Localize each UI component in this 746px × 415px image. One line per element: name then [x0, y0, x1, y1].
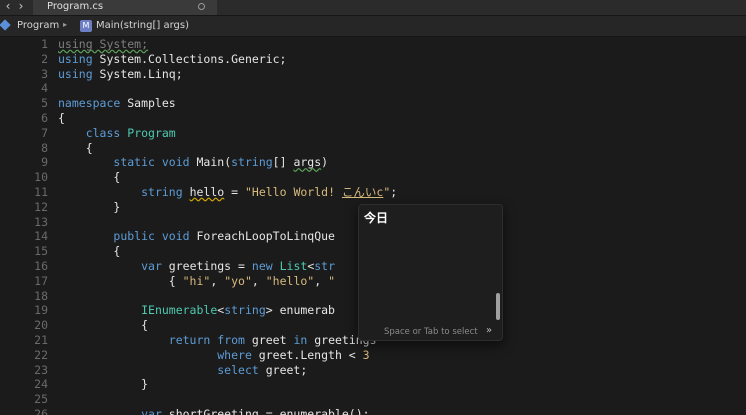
code-text: static void Main(string[] args)	[113, 155, 329, 170]
tab-title: Program.cs	[47, 1, 104, 12]
code-text: }	[58, 377, 149, 392]
code-text: public void ForeachLoopToLinqQue	[113, 229, 335, 244]
line-number: 16	[34, 259, 48, 273]
ime-candidate-popup[interactable]: 今日 Space or Tab to select »	[358, 204, 503, 341]
breadcrumb-item-main[interactable]: Main(string[] args)	[96, 20, 189, 31]
breadcrumb-separator-icon: ▸	[63, 20, 68, 29]
code-line: 5 namespace Samples	[0, 96, 746, 111]
breadcrumb: Program ▸ M Main(string[] args)	[0, 16, 746, 37]
code-text: {	[58, 170, 121, 185]
line-number: 11	[34, 185, 48, 199]
code-editor[interactable]: 1 using System; 2 using System.Collections…	[0, 37, 746, 415]
tab-bar: ‹ › Program.cs	[0, 0, 746, 16]
line-number: 22	[34, 347, 48, 362]
code-line: 11 string hello = "Hello World! こんいc";	[0, 185, 746, 200]
line-number: 17	[34, 273, 48, 288]
code-text: }	[58, 199, 121, 214]
line-number: 24	[34, 377, 48, 392]
line-number: 8	[41, 140, 48, 155]
code-text: where greet.Length < 3	[217, 347, 370, 362]
code-line: 10 {	[0, 170, 746, 185]
code-text: {	[58, 111, 65, 125]
popup-hint-text: Space or Tab to select	[384, 327, 478, 337]
code-text: {	[58, 244, 121, 259]
code-line: 23 select greet;	[0, 363, 746, 378]
tab-close-icon[interactable]	[198, 3, 205, 10]
breadcrumb-item-program[interactable]: Program	[17, 20, 59, 31]
code-text: var greetings = new List<str	[141, 259, 336, 273]
line-number: 1	[41, 37, 48, 51]
line-number: 25	[34, 392, 48, 407]
code-text: namespace Samples	[58, 96, 176, 111]
code-text: class Program	[85, 125, 176, 140]
line-number: 19	[34, 303, 48, 318]
line-number: 2	[41, 51, 48, 66]
code-line: 1 using System;	[0, 37, 746, 52]
code-text: using System.Collections.Generic;	[58, 51, 287, 66]
code-line: 9 static void Main(string[] args)	[0, 155, 746, 170]
code-text: using System;	[58, 37, 149, 51]
line-number: 9	[41, 155, 48, 170]
ime-candidate[interactable]: 今日	[364, 209, 388, 226]
forward-arrow-icon[interactable]: ›	[15, 0, 27, 15]
code-text: using System.Linq;	[58, 66, 183, 81]
code-line: 6{	[0, 111, 746, 126]
line-number: 21	[34, 333, 48, 347]
code-text: IEnumerable<string> enumerab	[141, 303, 335, 318]
code-line: 22 where greet.Length < 3	[0, 348, 746, 363]
line-number: 4	[41, 81, 48, 96]
popup-scrollbar[interactable]	[496, 293, 500, 320]
line-number: 26	[34, 407, 48, 415]
code-text: var shortGreeting = enumerable();	[141, 407, 370, 415]
code-text: { "hi", "yo", "hello", "	[58, 273, 336, 288]
expand-chevron-icon[interactable]: »	[486, 325, 492, 336]
code-line: 7 class Program	[0, 126, 746, 141]
code-line: 2 using System.Collections.Generic;	[0, 52, 746, 67]
tab-program-cs[interactable]: Program.cs	[33, 0, 217, 15]
line-number: 14	[34, 229, 48, 244]
code-text: string hello = "Hello World! こんいc";	[141, 185, 398, 199]
code-line: 3 using System.Linq;	[0, 67, 746, 82]
code-text: {	[58, 140, 93, 155]
class-icon	[0, 19, 11, 31]
code-line: 24 }	[0, 377, 746, 392]
method-icon: M	[80, 20, 92, 32]
line-number: 6	[41, 111, 48, 125]
line-number: 10	[34, 170, 48, 185]
code-text: select greet;	[217, 362, 308, 377]
line-number: 5	[41, 96, 48, 111]
line-number: 13	[34, 214, 48, 229]
back-arrow-icon[interactable]: ‹	[2, 0, 14, 15]
line-number: 12	[34, 199, 48, 214]
line-number: 7	[41, 125, 48, 140]
line-number: 15	[34, 244, 48, 259]
code-line: 4	[0, 81, 746, 96]
code-text: return from greet in greetings	[168, 333, 377, 347]
line-number: 18	[34, 288, 48, 303]
line-number: 23	[34, 362, 48, 377]
code-line: 26 var shortGreeting = enumerable();	[0, 407, 746, 415]
line-number: 20	[34, 318, 48, 333]
code-line: 8 {	[0, 141, 746, 156]
line-number: 3	[41, 66, 48, 81]
code-line: 25	[0, 392, 746, 407]
code-text: {	[58, 318, 149, 333]
